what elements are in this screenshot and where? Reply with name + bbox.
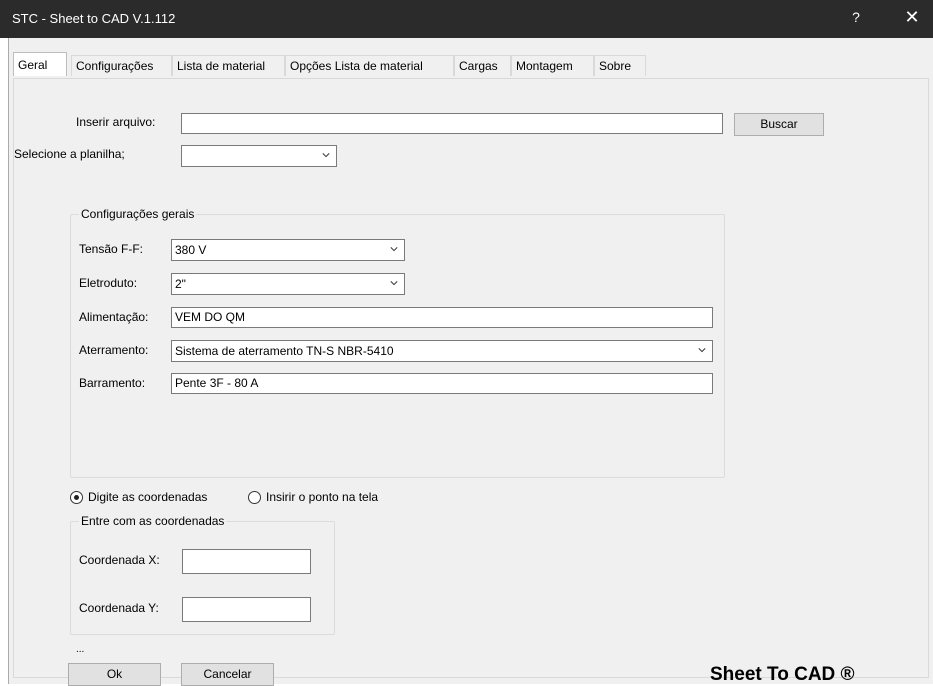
radio-selected-dot (74, 495, 79, 500)
tab-opcoes-lista-material[interactable]: Opções Lista de material (285, 55, 454, 76)
chevron-down-icon (390, 247, 398, 252)
general-config-legend: Configurações gerais (79, 207, 197, 221)
tab-panel-geral: Inserir arquivo: Buscar Selecione a plan… (13, 78, 929, 686)
general-config-group: Configurações gerais Tensão F-F: 380 V E… (70, 207, 725, 478)
radio-pick-point[interactable] (248, 491, 261, 504)
brand-label: Sheet To CAD ® (710, 664, 855, 685)
eletroduto-label: Eletroduto: (79, 276, 138, 290)
aterramento-select[interactable]: Sistema de aterramento TN-S NBR-5410 (171, 340, 713, 362)
tab-lista-material[interactable]: Lista de material (172, 55, 285, 76)
radio-pick-point-label[interactable]: Insirir o ponto na tela (266, 490, 378, 504)
sheet-label: Selecione a planilha; (14, 147, 125, 161)
coord-x-label: Coordenada X: (79, 553, 160, 567)
chevron-down-icon (390, 281, 398, 286)
tab-cargas[interactable]: Cargas (454, 55, 511, 76)
tensao-select[interactable]: 380 V (171, 239, 405, 261)
aterramento-value: Sistema de aterramento TN-S NBR-5410 (175, 344, 394, 358)
tab-configuracoes[interactable]: Configurações (71, 55, 172, 76)
coordinates-group: Entre com as coordenadas Coordenada X: C… (70, 514, 335, 635)
close-button[interactable]: ✕ (900, 7, 924, 28)
browse-button[interactable]: Buscar (734, 113, 824, 136)
radio-type-coordinates-label[interactable]: Digite as coordenadas (88, 490, 207, 504)
ellipsis-text: ... (76, 644, 85, 655)
coord-y-label: Coordenada Y: (79, 601, 159, 615)
file-label: Inserir arquivo: (76, 115, 156, 129)
title-bar: STC - Sheet to CAD V.1.112 ? ✕ (0, 0, 933, 38)
dialog-body: Geral Configurações Lista de material Op… (8, 38, 933, 686)
sheet-select[interactable] (181, 145, 337, 167)
alimentacao-input[interactable]: VEM DO QM (171, 307, 713, 328)
coordinates-legend: Entre com as coordenadas (79, 514, 227, 528)
cancel-button[interactable]: Cancelar (181, 663, 274, 686)
help-button[interactable]: ? (846, 9, 866, 25)
chevron-down-icon (322, 153, 330, 158)
tab-montagem[interactable]: Montagem (511, 55, 594, 76)
eletroduto-select[interactable]: 2" (171, 273, 405, 295)
tensao-label: Tensão F-F: (79, 242, 144, 256)
tab-geral[interactable]: Geral (13, 52, 67, 76)
coord-y-input[interactable] (182, 597, 311, 622)
alimentacao-label: Alimentação: (79, 310, 149, 324)
window-title: STC - Sheet to CAD V.1.112 (12, 11, 176, 26)
chevron-down-icon (698, 348, 706, 353)
eletroduto-value: 2" (175, 277, 186, 291)
tensao-value: 380 V (175, 243, 207, 257)
barramento-label: Barramento: (79, 376, 146, 390)
radio-type-coordinates[interactable] (70, 491, 83, 504)
file-path-input[interactable] (181, 113, 723, 134)
aterramento-label: Aterramento: (79, 343, 149, 357)
barramento-input[interactable]: Pente 3F - 80 A (171, 373, 713, 394)
tab-sobre[interactable]: Sobre (594, 55, 646, 76)
ok-button[interactable]: Ok (68, 663, 161, 686)
coord-x-input[interactable] (182, 549, 311, 574)
